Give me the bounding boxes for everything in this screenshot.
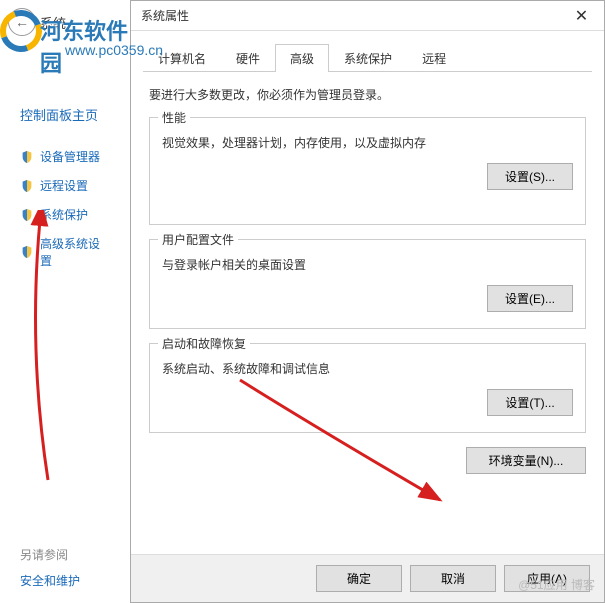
user-profiles-group: 用户配置文件 与登录帐户相关的桌面设置 设置(E)...	[149, 239, 586, 329]
back-arrow-icon[interactable]: ←	[8, 8, 36, 36]
user-profiles-settings-button[interactable]: 设置(E)...	[487, 285, 573, 312]
sidebar-item-label: 高级系统设置	[40, 235, 110, 269]
sidebar-item-label: 远程设置	[40, 177, 88, 194]
sidebar-device-manager[interactable]: 设备管理器	[0, 142, 130, 171]
sidebar-item-label: 设备管理器	[40, 148, 100, 165]
tab-system-protection[interactable]: 系统保护	[329, 44, 407, 72]
tab-hardware[interactable]: 硬件	[221, 44, 275, 72]
startup-recovery-group: 启动和故障恢复 系统启动、系统故障和调试信息 设置(T)...	[149, 343, 586, 433]
dialog-titlebar: 系统属性 ✕	[131, 1, 604, 31]
apply-button[interactable]: 应用(A)	[504, 565, 590, 592]
environment-variables-button[interactable]: 环境变量(N)...	[466, 447, 586, 474]
user-profiles-desc: 与登录帐户相关的桌面设置	[162, 256, 573, 273]
shield-icon	[20, 245, 34, 259]
admin-notice: 要进行大多数更改，你必须作为管理员登录。	[149, 86, 586, 103]
shield-icon	[20, 150, 34, 164]
sidebar-advanced-system-settings[interactable]: 高级系统设置	[0, 229, 130, 275]
shield-icon	[20, 208, 34, 222]
sidebar-remote-settings[interactable]: 远程设置	[0, 171, 130, 200]
dialog-footer: 确定 取消 应用(A)	[131, 554, 604, 602]
see-also-label: 另请参阅	[20, 546, 68, 563]
performance-settings-button[interactable]: 设置(S)...	[487, 163, 573, 190]
see-also-security-link[interactable]: 安全和维护	[20, 572, 80, 589]
system-breadcrumb: ← 系统	[0, 5, 130, 39]
sidebar-item-label: 系统保护	[40, 206, 88, 223]
ok-button[interactable]: 确定	[316, 565, 402, 592]
tab-remote[interactable]: 远程	[407, 44, 461, 72]
sidebar-system-protection[interactable]: 系统保护	[0, 200, 130, 229]
system-properties-dialog: 系统属性 ✕ 计算机名 硬件 高级 系统保护 远程 要进行大多数更改，你必须作为…	[130, 0, 605, 603]
tab-advanced[interactable]: 高级	[275, 44, 329, 72]
system-label: 系统	[40, 13, 66, 32]
tab-bar: 计算机名 硬件 高级 系统保护 远程	[143, 43, 592, 72]
performance-group: 性能 视觉效果，处理器计划，内存使用，以及虚拟内存 设置(S)...	[149, 117, 586, 225]
startup-recovery-desc: 系统启动、系统故障和调试信息	[162, 360, 573, 377]
cancel-button[interactable]: 取消	[410, 565, 496, 592]
shield-icon	[20, 179, 34, 193]
control-panel-sidebar: ← 系统 河东软件园 www.pc0359.cn 控制面板主页 设备管理器 远程…	[0, 0, 130, 603]
dialog-title: 系统属性	[131, 7, 559, 24]
performance-desc: 视觉效果，处理器计划，内存使用，以及虚拟内存	[162, 134, 573, 151]
close-button[interactable]: ✕	[559, 1, 604, 31]
dialog-content: 要进行大多数更改，你必须作为管理员登录。 性能 视觉效果，处理器计划，内存使用，…	[131, 72, 604, 554]
user-profiles-title: 用户配置文件	[158, 231, 238, 248]
control-panel-home-link[interactable]: 控制面板主页	[0, 99, 130, 130]
tab-computer-name[interactable]: 计算机名	[143, 44, 221, 72]
startup-recovery-title: 启动和故障恢复	[158, 335, 250, 352]
startup-recovery-settings-button[interactable]: 设置(T)...	[487, 389, 573, 416]
performance-title: 性能	[158, 109, 190, 126]
